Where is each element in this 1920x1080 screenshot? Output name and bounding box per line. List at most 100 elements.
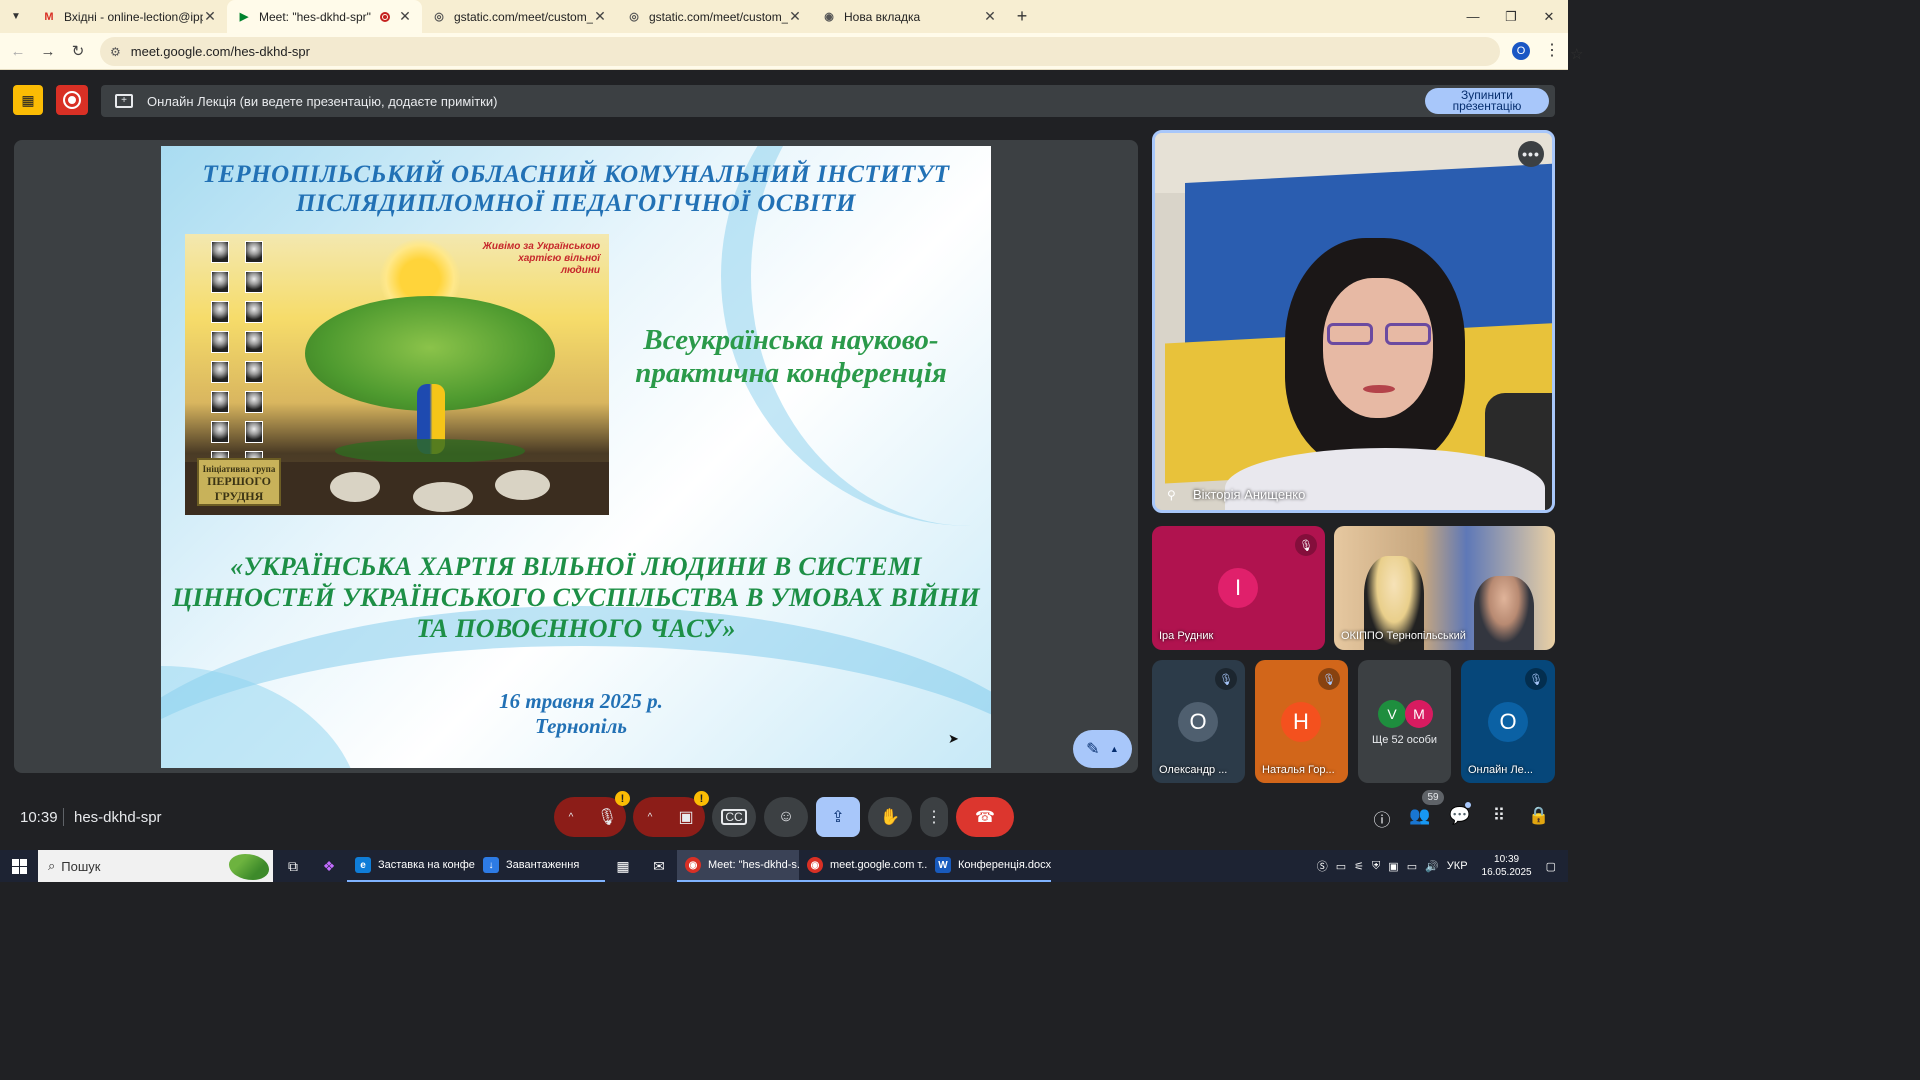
microphone-button[interactable]: 🎙 ! (588, 791, 630, 837)
hang-up-icon: ☎ (975, 809, 995, 826)
word-icon: W (935, 857, 951, 873)
close-icon[interactable]: ✕ (983, 8, 997, 25)
store-icon[interactable]: ▦ (605, 850, 641, 882)
taskbar-app[interactable]: ↓ Завантаження (475, 850, 605, 882)
more-options-button[interactable]: ⋮ (920, 797, 948, 837)
taskbar-search[interactable]: ⌕ Пошук (38, 850, 273, 882)
notifications-icon[interactable]: ▢ (1546, 860, 1556, 873)
present-button[interactable]: ⇪ (816, 797, 860, 837)
task-view-icon[interactable]: ⧉ (275, 850, 311, 882)
language-indicator[interactable]: УКР (1447, 860, 1468, 872)
host-controls-icon[interactable]: 🔒 (1527, 806, 1551, 826)
chat-icon[interactable]: 💬 (1448, 806, 1472, 826)
tab-gmail[interactable]: M Вхідні - online-lection@ippo.e ✕ (32, 0, 227, 33)
shield-icon[interactable]: ⛨ (1372, 860, 1380, 873)
slide-date: 16 травня 2025 р. (499, 689, 663, 713)
site-info-icon[interactable]: ⚙ (110, 45, 121, 59)
participant-name: ОКІППО Тернопільський (1341, 630, 1466, 642)
presentation-slide: ТЕРНОПІЛЬСЬКИЙ ОБЛАСНИЙ КОМУНАЛЬНИЙ ІНСТ… (161, 146, 991, 768)
leave-call-button[interactable]: ☎ (956, 797, 1014, 837)
presenting-icon: ▦ (13, 85, 43, 115)
participant-tile[interactable]: 🎙 О Олександр ... (1152, 660, 1245, 783)
clock-date: 16.05.2025 (1481, 867, 1532, 878)
tab-gstatic-1[interactable]: ◎ gstatic.com/meet/custom_keep ✕ (422, 0, 617, 33)
forward-button[interactable]: → (33, 36, 63, 66)
tab-search-icon[interactable]: ▼ (0, 0, 32, 33)
skype-icon[interactable]: Ⓢ (1317, 858, 1328, 874)
pin-icon[interactable]: ⚲ (1167, 488, 1176, 502)
image-caption: Живімо за Українською хартією вільної лю… (482, 241, 600, 276)
browser-menu-icon[interactable]: ⋮ (1544, 40, 1560, 60)
mouse-cursor-icon: ➤ (948, 731, 959, 746)
mail-icon[interactable]: ✉ (641, 850, 677, 882)
mic-off-icon: 🎙 (1318, 668, 1340, 690)
globe-icon: ◎ (434, 11, 444, 23)
captions-button[interactable]: CC (712, 797, 756, 837)
mic-off-icon: 🎙 (1215, 668, 1237, 690)
profile-avatar[interactable]: O (1512, 42, 1530, 60)
windows-start-icon[interactable] (0, 850, 38, 882)
video-settings-button[interactable]: ^ (633, 797, 667, 837)
stone-illustration (495, 470, 550, 500)
camera-button[interactable]: ▣ ! (667, 791, 709, 837)
network-icon[interactable]: ⚟ (1354, 860, 1364, 873)
raise-hand-button[interactable]: ✋ (868, 797, 912, 837)
taskbar-app-label: Завантаження (506, 859, 580, 871)
speaker-tile[interactable]: ••• ⚲ Вікторія Анищенко (1152, 130, 1555, 513)
taskbar-clock[interactable]: 10:39 16.05.2025 (1482, 853, 1532, 879)
tree-roots-illustration (335, 439, 525, 463)
restore-icon[interactable]: ❐ (1492, 0, 1530, 33)
system-tray: Ⓢ ▭ ⚟ ⛨ ▣ ▭ 🔊 УКР 10:39 16.05.2025 ▢ (1313, 850, 1568, 882)
stop-presenting-button[interactable]: Зупинити презентацію (1425, 88, 1549, 114)
participant-tile[interactable]: ОКІППО Тернопільський (1334, 526, 1555, 650)
recording-icon (380, 11, 390, 22)
more-participants-tile[interactable]: V M Ще 52 особи (1358, 660, 1451, 783)
reactions-button[interactable]: ☺ (764, 797, 808, 837)
portrait (211, 331, 229, 353)
tab-new-tab[interactable]: ◉ Нова вкладка ✕ (812, 0, 1007, 33)
taskbar-app[interactable]: ◉ Meet: "hes-dkhd-s... (677, 850, 799, 882)
more-participants-label: Ще 52 особи (1371, 734, 1438, 746)
minimize-icon[interactable]: — (1454, 0, 1492, 33)
taskbar-app[interactable]: e Заставка на конфе... (347, 850, 475, 882)
people-icon[interactable]: 👥 (1408, 806, 1432, 826)
audio-settings-button[interactable]: ^ (554, 797, 588, 837)
warning-icon: ! (694, 791, 709, 806)
bookmark-star-icon[interactable]: ☆ (1570, 45, 1583, 63)
portrait (211, 241, 229, 263)
portrait (245, 271, 263, 293)
portrait (211, 391, 229, 413)
taskbar-app[interactable]: ◉ meet.google.com т... (799, 850, 927, 882)
monitor-icon[interactable]: ▭ (1407, 860, 1417, 873)
window-controls: — ❐ ✕ (1454, 0, 1568, 33)
back-button[interactable]: ← (3, 36, 33, 66)
close-icon[interactable]: ✕ (788, 8, 802, 25)
taskbar-app[interactable]: W Конференція.docx... (927, 850, 1051, 882)
meet-tray-icon[interactable]: ▭ (1336, 860, 1346, 873)
close-icon[interactable]: ✕ (398, 8, 412, 25)
reload-button[interactable]: ↻ (63, 36, 93, 66)
address-bar[interactable]: ⚙ meet.google.com/hes-dkhd-spr ☆ (100, 37, 1583, 66)
copilot-icon[interactable]: ❖ (311, 850, 347, 882)
info-icon[interactable]: ⓘ (1370, 806, 1394, 831)
recording-indicator-icon[interactable] (56, 85, 88, 115)
new-tab-button[interactable]: + (1007, 6, 1037, 27)
tab-gstatic-2[interactable]: ◎ gstatic.com/meet/custom_keep ✕ (617, 0, 812, 33)
activities-icon[interactable]: ⠿ (1487, 806, 1511, 826)
app-tray-icon[interactable]: ▣ (1388, 860, 1398, 873)
avatar: І (1218, 568, 1258, 608)
more-options-icon[interactable]: ••• (1518, 141, 1544, 167)
laser-pointer-button[interactable]: ✎ ▲ (1073, 730, 1132, 768)
search-icon: ⌕ (48, 858, 56, 873)
chevron-up-icon: ^ (568, 811, 574, 823)
participant-tile[interactable]: 🎙 І Іра Рудник (1152, 526, 1325, 650)
participant-name: Онлайн Ле... (1468, 764, 1533, 776)
close-window-icon[interactable]: ✕ (1530, 0, 1568, 33)
close-icon[interactable]: ✕ (593, 8, 607, 25)
close-icon[interactable]: ✕ (203, 8, 217, 25)
tab-meet[interactable]: ▶ Meet: "hes-dkhd-spr" ✕ (227, 0, 422, 33)
volume-icon[interactable]: 🔊 (1425, 860, 1439, 873)
avatar: О (1488, 702, 1528, 742)
participant-tile[interactable]: 🎙 О Онлайн Ле... (1461, 660, 1555, 783)
participant-tile[interactable]: 🎙 Н Наталья Гор... (1255, 660, 1348, 783)
